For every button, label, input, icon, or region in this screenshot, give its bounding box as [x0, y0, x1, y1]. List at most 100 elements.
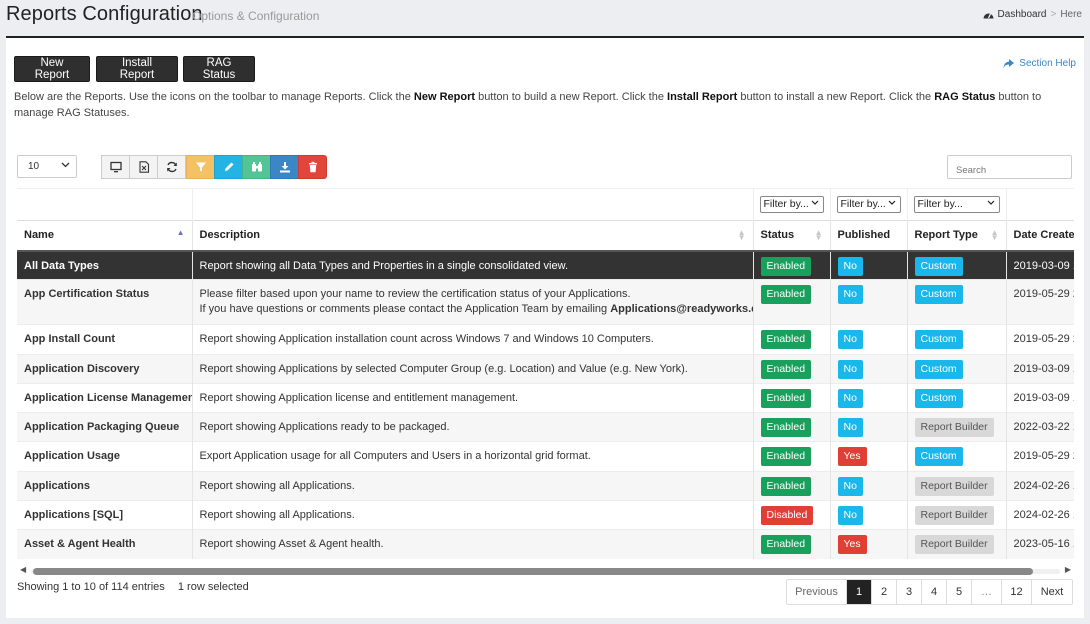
- cell-published: No: [829, 500, 907, 530]
- cell-status: Enabled: [752, 529, 830, 560]
- reports-card: New Report Install Report RAG Status Sec…: [6, 36, 1084, 618]
- filter-cell-published: Filter by...: [829, 188, 907, 221]
- column-header-published[interactable]: Published: [829, 220, 907, 252]
- cell-date-created: 2019-05-29 2: [1005, 441, 1074, 472]
- table-row[interactable]: Application Usage Export Application usag…: [17, 441, 1074, 472]
- status-badge: Enabled: [760, 388, 812, 408]
- cell-report-type: Custom: [906, 441, 1006, 472]
- cell-description: Export Application usage for all Compute…: [191, 441, 753, 472]
- table-row[interactable]: App Certification Status Please filter ba…: [17, 279, 1074, 325]
- cell-description: Report showing Application license and e…: [191, 382, 753, 413]
- status-filter-select[interactable]: Filter by...: [759, 196, 824, 213]
- cell-status: Enabled: [752, 382, 830, 413]
- pagination: Previous 1 2 3 4 5 … 12 Next: [786, 579, 1073, 605]
- reports-table-container: Filter by... Filter by... Filter by... N…: [17, 188, 1074, 564]
- export-excel-button[interactable]: [129, 155, 158, 179]
- page-button-12[interactable]: 12: [1002, 580, 1032, 604]
- page-button-1[interactable]: 1: [847, 580, 872, 604]
- cell-report-type: Report Builder: [906, 529, 1006, 560]
- cell-name: Applications [SQL]: [17, 500, 192, 530]
- table-row[interactable]: App Install Count Report showing Applicat…: [17, 324, 1074, 355]
- cell-name: Applications: [17, 470, 192, 501]
- report-type-filter-select[interactable]: Filter by...: [913, 196, 1000, 213]
- table-row[interactable]: Applications [SQL] Report showing all App…: [17, 500, 1074, 530]
- table-row[interactable]: Asset & Agent Health Report showing Asset…: [17, 529, 1074, 560]
- cell-description: Report showing all Applications.: [191, 470, 753, 501]
- install-report-button[interactable]: Install Report: [96, 56, 178, 82]
- cell-date-created: 2022-03-22 1: [1005, 412, 1074, 442]
- intro-part: button to build a new Report. Click the: [475, 91, 668, 103]
- table-row[interactable]: Application Packaging Queue Report showin…: [17, 412, 1074, 442]
- status-badge: Enabled: [760, 359, 812, 379]
- report-type-badge: Custom: [914, 285, 963, 305]
- search-input[interactable]: [947, 155, 1072, 179]
- filter-cell-status: Filter by...: [752, 188, 830, 221]
- description-text: Export Application usage for all Compute…: [199, 450, 591, 463]
- rag-status-button[interactable]: RAG Status: [183, 56, 255, 82]
- filter-button[interactable]: [186, 155, 215, 179]
- page-button-4[interactable]: 4: [922, 580, 947, 604]
- breadcrumb-dashboard-link[interactable]: Dashboard: [998, 9, 1047, 20]
- share-icon: [1003, 58, 1015, 68]
- page-button-5[interactable]: 5: [947, 580, 972, 604]
- download-button[interactable]: [270, 155, 299, 179]
- previous-page-button[interactable]: Previous: [787, 580, 847, 604]
- cell-report-type: Custom: [906, 249, 1006, 280]
- column-header-description[interactable]: Description ▲ ▼: [191, 220, 753, 252]
- intro-part: button to install a new Report. Click th…: [737, 91, 935, 103]
- column-label: Date Created: [1013, 229, 1075, 242]
- trash-icon: [308, 161, 317, 173]
- delete-button[interactable]: [298, 155, 327, 179]
- scroll-left-icon[interactable]: ◀: [20, 565, 26, 574]
- page-button-3[interactable]: 3: [897, 580, 922, 604]
- column-header-report-type[interactable]: Report Type ▲ ▼: [906, 220, 1006, 252]
- cell-published: No: [829, 470, 907, 501]
- status-badge: Enabled: [760, 256, 812, 276]
- discover-button[interactable]: [242, 155, 271, 179]
- monitor-icon: [109, 161, 122, 173]
- table-row[interactable]: Application Discovery Report showing Appl…: [17, 353, 1074, 384]
- view-button[interactable]: [101, 155, 130, 179]
- published-badge: No: [837, 506, 863, 526]
- published-badge: No: [837, 330, 863, 350]
- cell-name: Application Packaging Queue: [17, 412, 192, 442]
- cell-description: Report showing Asset & Agent health.: [191, 529, 753, 560]
- chevron-down-icon: [987, 200, 994, 205]
- page-button-2[interactable]: 2: [872, 580, 897, 604]
- page-subtitle: Options & Configuration: [192, 9, 320, 23]
- intro-bold: RAG Status: [934, 91, 996, 103]
- table-row[interactable]: Application License Management Report sho…: [17, 382, 1074, 413]
- published-badge: No: [837, 418, 863, 438]
- filter-cell-empty: [191, 188, 753, 221]
- cell-name: Application Discovery: [17, 353, 192, 384]
- table-row[interactable]: All Data Types Report showing all Data Ty…: [17, 249, 1074, 280]
- description-text: Report showing all Data Types and Proper…: [199, 259, 569, 272]
- report-type-badge: Custom: [914, 447, 963, 467]
- chevron-down-icon: [811, 200, 818, 205]
- section-help-link[interactable]: Section Help: [1003, 58, 1076, 69]
- new-report-button[interactable]: New Report: [14, 56, 90, 82]
- page-length-select[interactable]: 10: [17, 155, 77, 178]
- cell-date-created: 2019-03-09 1: [1005, 353, 1074, 384]
- cell-status: Enabled: [752, 279, 830, 325]
- table-row[interactable]: Applications Report showing all Applicati…: [17, 470, 1074, 501]
- cell-date-created: 2019-05-29 2: [1005, 279, 1074, 325]
- cell-description: Report showing Applications by selected …: [191, 353, 753, 384]
- next-page-button[interactable]: Next: [1032, 580, 1072, 604]
- report-type-badge: Custom: [914, 330, 963, 350]
- scroll-right-icon[interactable]: ▶: [1065, 565, 1071, 574]
- edit-button[interactable]: [214, 155, 243, 179]
- description-text: Report showing Application license and e…: [199, 391, 519, 404]
- horizontal-scrollbar[interactable]: ◀ ▶: [17, 564, 1074, 577]
- scrollbar-thumb[interactable]: [33, 568, 1033, 575]
- column-header-date-created[interactable]: Date Created: [1005, 220, 1075, 252]
- refresh-button[interactable]: [157, 155, 186, 179]
- cell-date-created: 2024-02-26 1: [1005, 470, 1074, 501]
- published-filter-select[interactable]: Filter by...: [836, 196, 901, 213]
- cell-published: No: [829, 382, 907, 413]
- cell-date-created: 2019-03-09 1: [1005, 249, 1074, 280]
- reports-table: Filter by... Filter by... Filter by... N…: [17, 188, 1075, 560]
- column-header-name[interactable]: Name ▲: [17, 220, 192, 252]
- report-type-badge: Report Builder: [914, 418, 994, 438]
- column-header-status[interactable]: Status ▲ ▼: [752, 220, 830, 252]
